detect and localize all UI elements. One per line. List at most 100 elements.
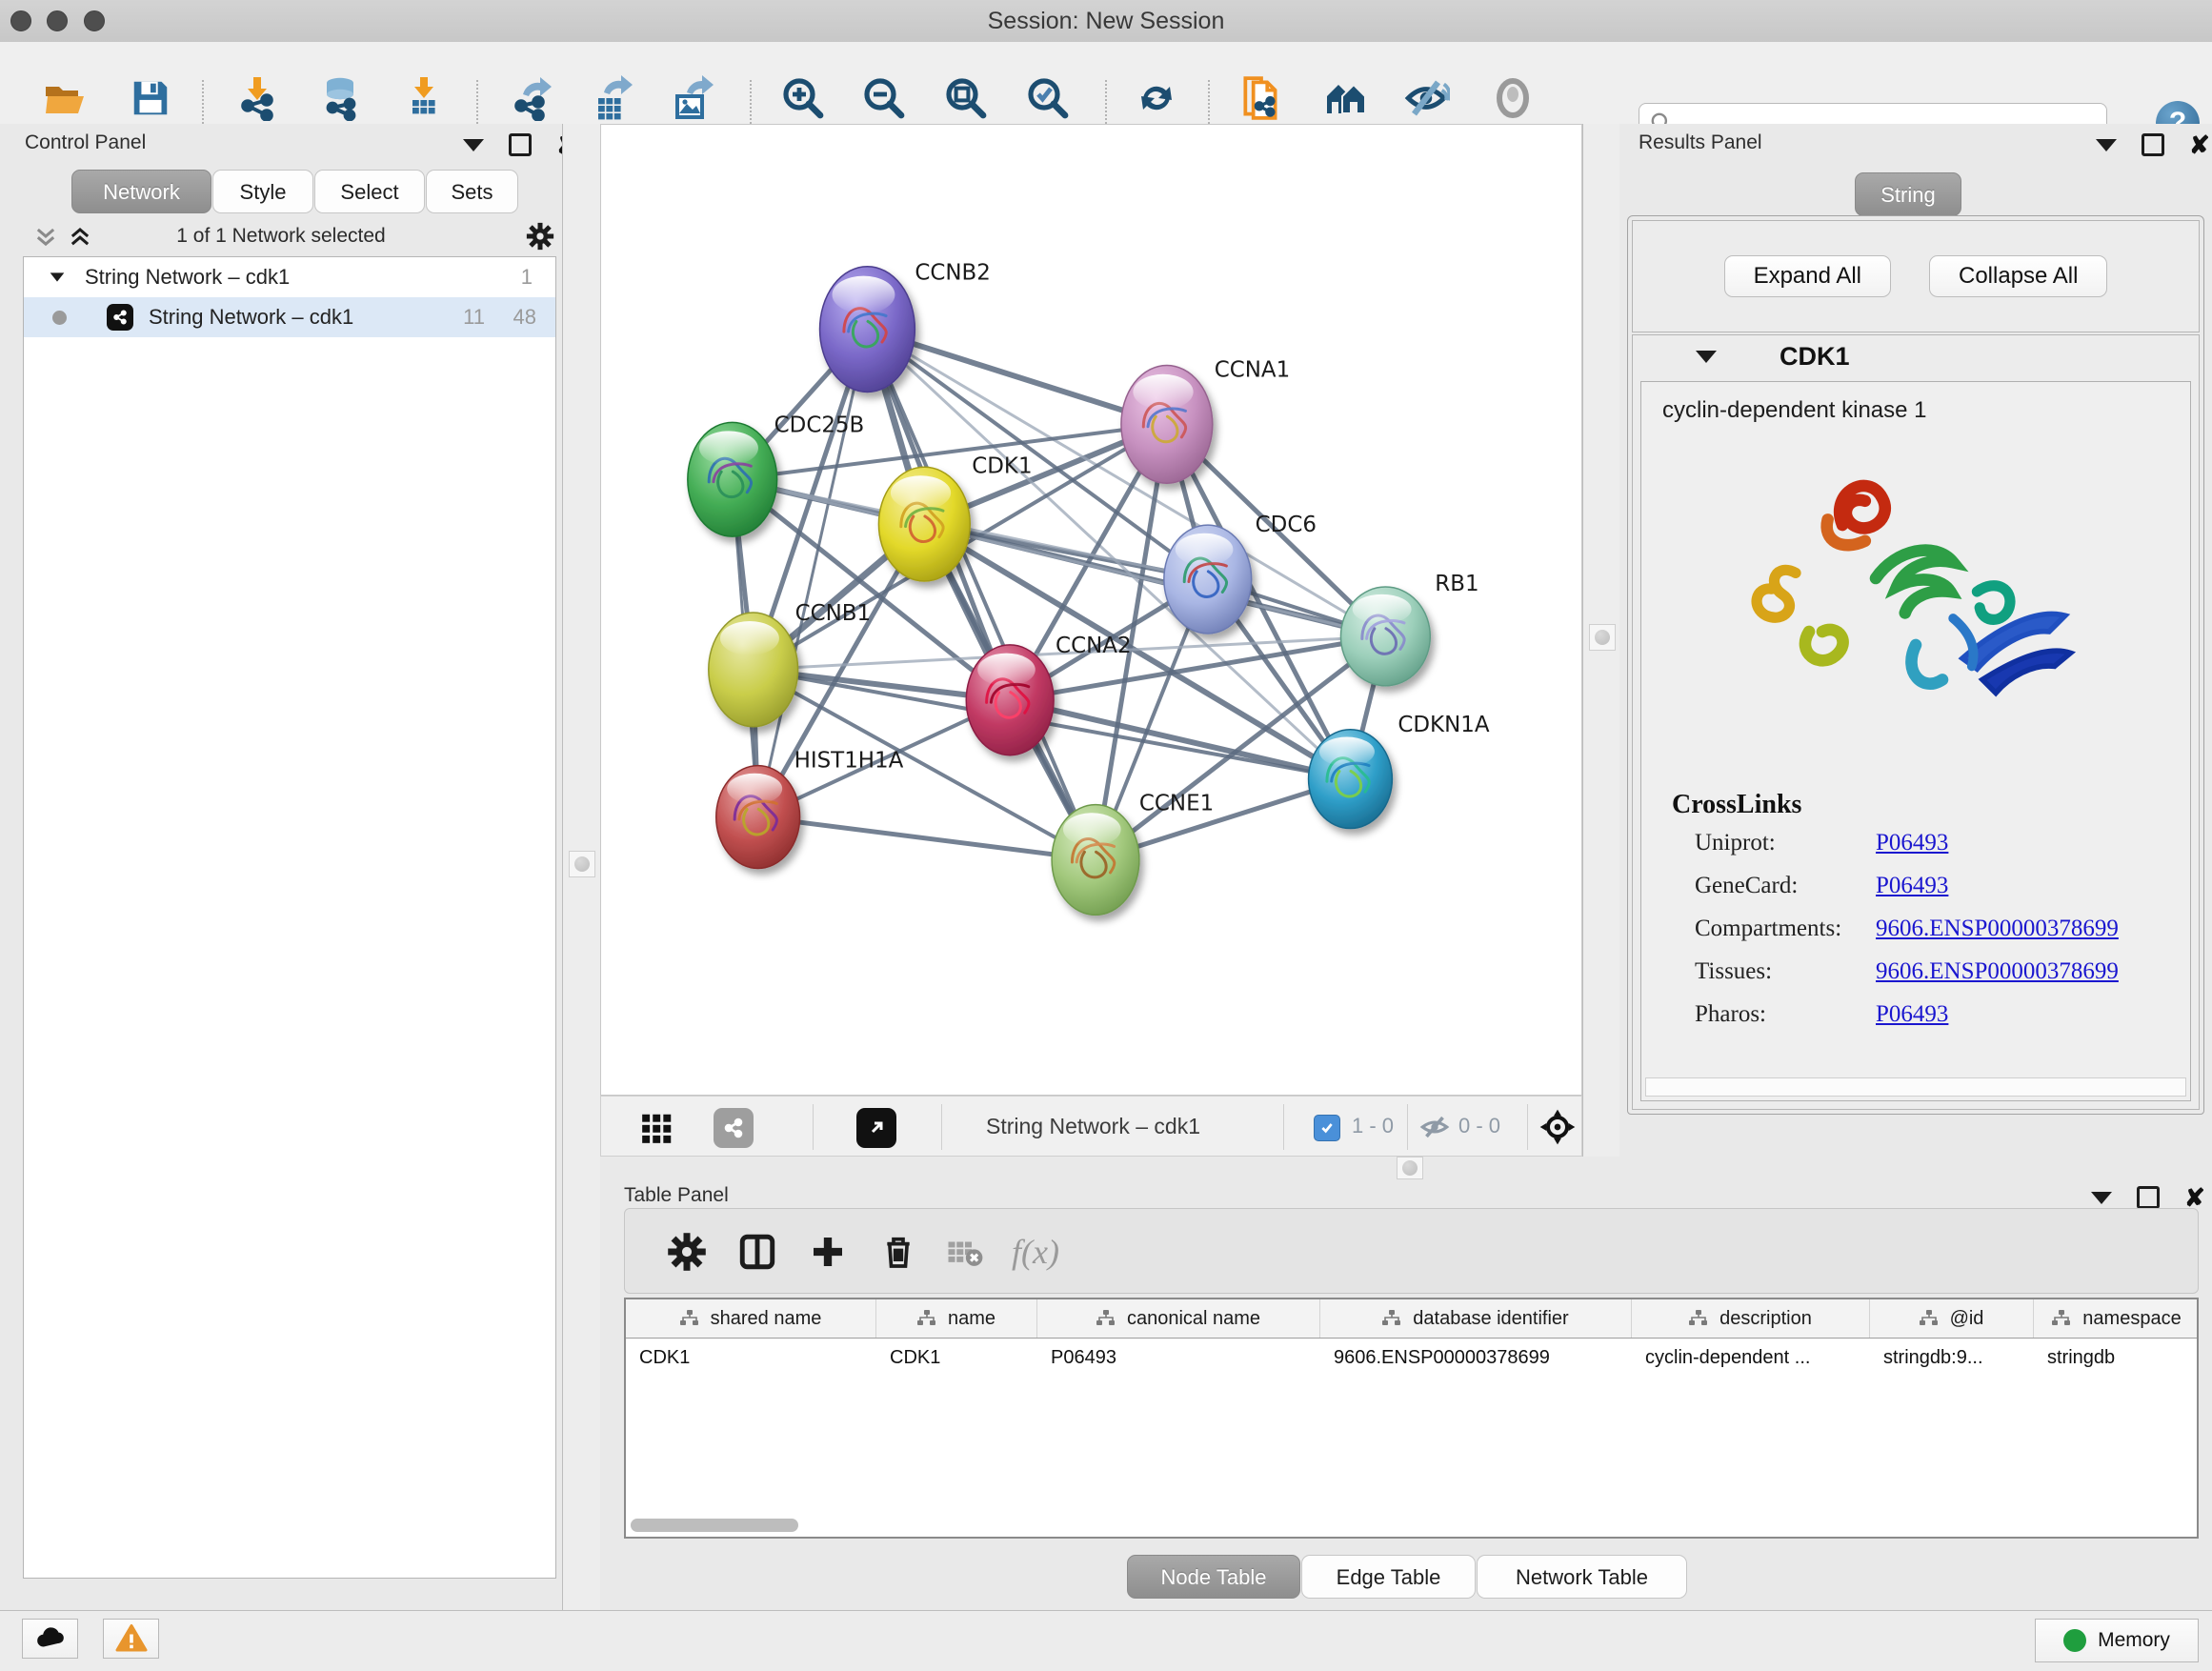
save-session-button[interactable]: [124, 71, 177, 125]
memory-button[interactable]: Memory: [2035, 1619, 2199, 1662]
node-table[interactable]: shared namenamecanonical namedatabase id…: [624, 1298, 2199, 1539]
delete-column-button[interactable]: [873, 1226, 924, 1278]
zoom-fit-button[interactable]: [939, 71, 993, 125]
hide-selected-button[interactable]: [1399, 71, 1453, 125]
cloud-status-button[interactable]: [22, 1619, 78, 1659]
node-label-CDK1: CDK1: [972, 453, 1032, 478]
network-collection-row[interactable]: String Network – cdk1 1: [24, 257, 555, 297]
zoom-selected-button[interactable]: [1021, 71, 1075, 125]
selected-checkbox-icon[interactable]: [1314, 1115, 1340, 1141]
column-header-canonical-name[interactable]: canonical name: [1037, 1299, 1320, 1338]
network-canvas[interactable]: CCNB2CCNA1CDC25BCDK1CDC6RB1CCNB1CCNA2CDK…: [600, 124, 1582, 1096]
tab-sets[interactable]: Sets: [426, 170, 518, 213]
table-horizontal-scrollbar[interactable]: [631, 1519, 798, 1532]
results-panel-float-icon[interactable]: [2142, 133, 2164, 156]
apply-layout-button[interactable]: [1130, 71, 1183, 125]
results-panel-close-icon[interactable]: ✘: [2189, 136, 2210, 153]
network-node-CCNB2[interactable]: CCNB2: [820, 261, 991, 393]
table-cell[interactable]: stringdb:9...: [1870, 1339, 2034, 1377]
expand-all-button[interactable]: Expand All: [1724, 255, 1891, 297]
tab-node-table[interactable]: Node Table: [1127, 1555, 1300, 1599]
network-node-CCNA2[interactable]: CCNA2: [966, 634, 1131, 755]
table-settings-button[interactable]: [661, 1226, 713, 1278]
gene-collapse-icon[interactable]: [1696, 351, 1717, 363]
expand-all-networks-icon[interactable]: [32, 223, 59, 250]
export-image-button[interactable]: [666, 71, 719, 125]
show-all-button[interactable]: [1486, 71, 1539, 125]
footer-separator: [1283, 1104, 1284, 1150]
import-network-icon: [234, 75, 280, 121]
open-session-button[interactable]: [38, 71, 91, 125]
table-cell[interactable]: CDK1: [876, 1339, 1037, 1377]
left-splitter-handle[interactable]: [569, 851, 595, 877]
collapse-all-button[interactable]: Collapse All: [1929, 255, 2107, 297]
right-splitter[interactable]: [1582, 124, 1622, 1157]
import-table-file-button[interactable]: [397, 71, 451, 125]
control-panel-float-icon[interactable]: [509, 133, 532, 156]
tab-edge-table[interactable]: Edge Table: [1301, 1555, 1476, 1599]
eye-slash-icon: [1402, 74, 1450, 122]
collapse-all-networks-icon[interactable]: [67, 223, 93, 250]
crosslink-link[interactable]: P06493: [1876, 1001, 2190, 1028]
tree-expand-icon[interactable]: [47, 267, 68, 288]
zoom-out-button[interactable]: [857, 71, 911, 125]
network-node-CCNE1[interactable]: CCNE1: [1052, 792, 1214, 916]
column-header--id[interactable]: @id: [1870, 1299, 2034, 1338]
table-cell[interactable]: 9606.ENSP00000378699: [1320, 1339, 1632, 1377]
results-scroll-strip[interactable]: [1645, 1077, 2186, 1097]
right-splitter-handle[interactable]: [1589, 624, 1616, 651]
table-panel-float-icon[interactable]: [2137, 1186, 2160, 1209]
network-node-CDC25B[interactable]: CDC25B: [688, 413, 864, 536]
column-header-shared-name[interactable]: shared name: [626, 1299, 876, 1338]
zoom-in-button[interactable]: [776, 71, 830, 125]
table-cell[interactable]: stringdb: [2034, 1339, 2199, 1377]
results-panel-menu-icon[interactable]: [2096, 139, 2117, 151]
first-neighbors-button[interactable]: [1319, 71, 1373, 125]
open-in-window-icon[interactable]: [856, 1108, 896, 1148]
network-node-HIST1H1A[interactable]: HIST1H1A: [716, 749, 904, 869]
tab-network-table[interactable]: Network Table: [1477, 1555, 1687, 1599]
add-column-button[interactable]: [802, 1226, 854, 1278]
column-header-name[interactable]: name: [876, 1299, 1037, 1338]
clone-network-button[interactable]: [1235, 71, 1288, 125]
crosslink-link[interactable]: 9606.ENSP00000378699: [1876, 958, 2190, 985]
tab-select[interactable]: Select: [314, 170, 425, 213]
delete-table-button[interactable]: [939, 1226, 991, 1278]
table-panel-close-icon[interactable]: ✘: [2184, 1189, 2205, 1206]
left-splitter[interactable]: [562, 124, 602, 1610]
crosslink-link[interactable]: P06493: [1876, 873, 2190, 899]
export-network-button[interactable]: [504, 71, 557, 125]
control-panel-menu-icon[interactable]: [463, 139, 484, 151]
tab-network[interactable]: Network: [71, 170, 211, 213]
column-header-database-identifier[interactable]: database identifier: [1320, 1299, 1632, 1338]
table-cell[interactable]: cyclin-dependent ...: [1632, 1339, 1870, 1377]
table-cell[interactable]: P06493: [1037, 1339, 1320, 1377]
cloud-icon: [34, 1622, 67, 1655]
network-edge-CCNA2-CDKN1A[interactable]: [1010, 700, 1350, 779]
import-network-file-button[interactable]: [231, 71, 284, 125]
column-header-description[interactable]: description: [1632, 1299, 1870, 1338]
show-columns-button[interactable]: [732, 1226, 783, 1278]
tab-style[interactable]: Style: [212, 170, 313, 213]
import-network-database-button[interactable]: [313, 71, 367, 125]
bottom-splitter-handle[interactable]: [1397, 1157, 1423, 1179]
network-options-gear-icon[interactable]: [526, 222, 554, 251]
network-node-CDKN1A[interactable]: CDKN1A: [1309, 713, 1490, 829]
warnings-button[interactable]: [103, 1619, 159, 1659]
network-row[interactable]: String Network – cdk1 11 48: [24, 297, 555, 337]
function-builder-button[interactable]: f(x): [1010, 1226, 1061, 1278]
table-row[interactable]: CDK1CDK1P064939606.ENSP00000378699cyclin…: [626, 1339, 2197, 1377]
grid-view-icon[interactable]: [639, 1110, 675, 1146]
export-table-button[interactable]: [585, 71, 638, 125]
network-edge-CCNB2-CCNE1[interactable]: [867, 330, 1096, 860]
crosslink-link[interactable]: 9606.ENSP00000378699: [1876, 916, 2190, 942]
network-overview-icon[interactable]: [714, 1108, 754, 1148]
network-node-RB1[interactable]: RB1: [1340, 572, 1478, 686]
crosslink-link[interactable]: P06493: [1876, 830, 2190, 856]
crosshair-icon[interactable]: [1538, 1108, 1577, 1146]
tab-string-results[interactable]: String: [1855, 172, 1961, 216]
table-cell[interactable]: CDK1: [626, 1339, 876, 1377]
column-header-namespace[interactable]: namespace: [2034, 1299, 2199, 1338]
table-panel-menu-icon[interactable]: [2091, 1192, 2112, 1204]
network-edge-HIST1H1A-CCNE1[interactable]: [758, 817, 1096, 860]
